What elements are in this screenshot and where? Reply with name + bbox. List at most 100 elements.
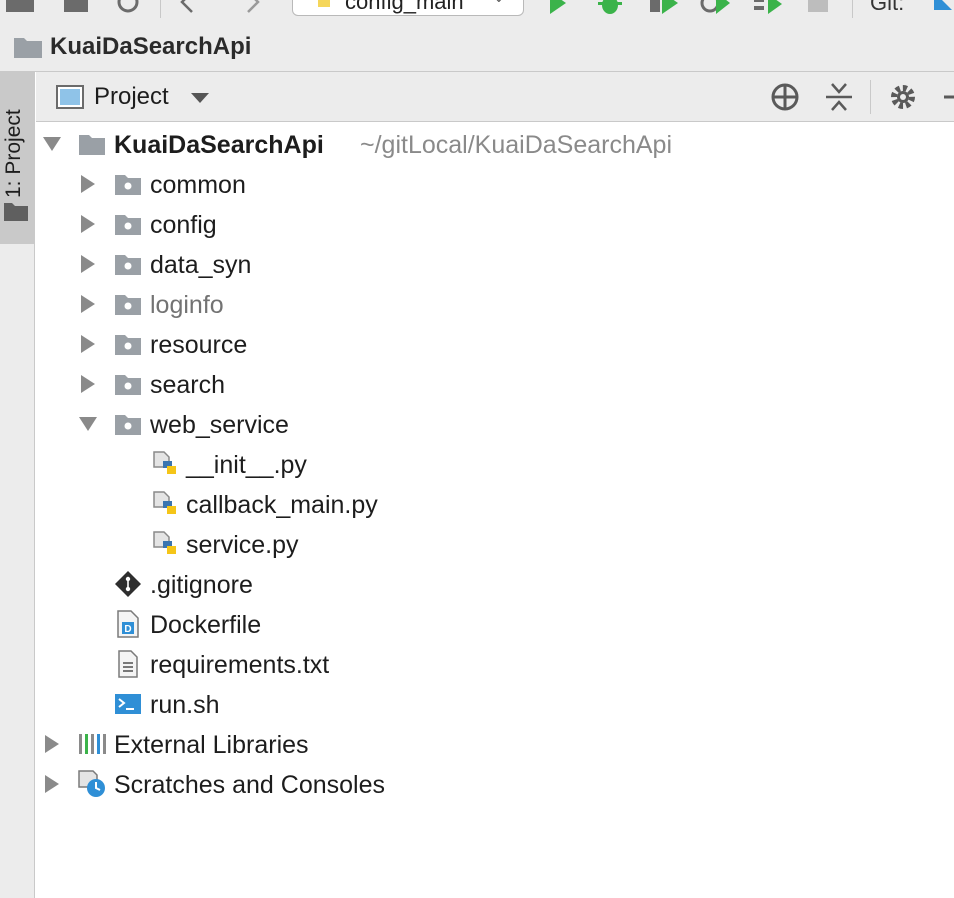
folder-name: data_syn xyxy=(150,251,252,279)
tree-folder-row[interactable]: search xyxy=(36,364,954,404)
library-icon xyxy=(79,734,106,754)
external-libraries-label: External Libraries xyxy=(114,731,309,759)
folder-icon xyxy=(115,175,141,195)
git-icon xyxy=(115,571,141,597)
tree-folder-row[interactable]: resource xyxy=(36,324,954,364)
stop-icon[interactable] xyxy=(806,0,830,14)
toolbar-separator xyxy=(852,0,853,18)
file-name: service.py xyxy=(186,531,299,559)
dockerfile-icon: D xyxy=(117,610,139,638)
python-file-icon xyxy=(153,451,176,474)
chevron-down-icon: ⌄ xyxy=(493,0,505,8)
folder-icon xyxy=(115,415,141,435)
tree-file-row[interactable]: requirements.txt xyxy=(36,644,954,684)
collapsed-arrow-icon[interactable] xyxy=(42,734,62,754)
root-project-path: ~/gitLocal/KuaiDaSearchApi xyxy=(360,131,672,159)
expanded-arrow-icon[interactable] xyxy=(42,134,62,154)
tree-root-node[interactable]: KuaiDaSearchApi ~/gitLocal/KuaiDaSearchA… xyxy=(36,124,954,164)
project-tool-window-tab[interactable]: 1: Project xyxy=(0,72,34,244)
open-folder-icon[interactable] xyxy=(4,0,36,14)
shell-script-icon xyxy=(115,694,141,714)
folder-icon xyxy=(115,375,141,395)
scratches-label: Scratches and Consoles xyxy=(114,771,385,799)
collapsed-arrow-icon[interactable] xyxy=(78,174,98,194)
vcs-label: Git: xyxy=(870,0,905,15)
sync-icon[interactable] xyxy=(114,0,142,14)
chevron-down-icon[interactable] xyxy=(190,92,210,104)
back-icon[interactable] xyxy=(176,0,200,14)
folder-name: resource xyxy=(150,331,248,359)
collapsed-arrow-icon[interactable] xyxy=(78,294,98,314)
hide-icon[interactable] xyxy=(942,82,954,112)
main-toolbar: config_main ⌄ Git: xyxy=(0,0,954,22)
expanded-arrow-icon[interactable] xyxy=(78,414,98,434)
header-separator xyxy=(870,80,871,114)
folder-name: common xyxy=(150,171,246,199)
collapsed-arrow-icon[interactable] xyxy=(42,774,62,794)
folder-icon xyxy=(14,38,42,58)
file-name: __init__.py xyxy=(186,451,307,479)
collapsed-arrow-icon[interactable] xyxy=(78,214,98,234)
breadcrumb-project-name[interactable]: KuaiDaSearchApi xyxy=(50,33,251,61)
python-file-icon xyxy=(153,531,176,554)
project-tab-label: 1: Project xyxy=(2,109,25,198)
left-tool-stripe: 1: Project xyxy=(0,72,35,898)
python-run-config-icon xyxy=(318,0,330,7)
collapse-all-icon[interactable] xyxy=(824,82,854,112)
tree-folder-row[interactable]: data_syn xyxy=(36,244,954,284)
run-icon[interactable] xyxy=(546,0,570,16)
project-panel-header: Project xyxy=(36,72,954,122)
save-icon[interactable] xyxy=(62,0,90,14)
file-name: Dockerfile xyxy=(150,611,262,639)
folder-name: loginfo xyxy=(150,291,224,319)
tree-file-row[interactable]: run.sh xyxy=(36,684,954,724)
run-with-coverage-icon[interactable] xyxy=(648,0,680,16)
tree-file-row[interactable]: __init__.py xyxy=(36,444,954,484)
view-selector-label[interactable]: Project xyxy=(94,83,169,111)
tree-folder-row[interactable]: loginfo xyxy=(36,284,954,324)
root-project-name: KuaiDaSearchApi xyxy=(114,131,324,159)
project-view-icon xyxy=(56,85,84,109)
text-file-icon xyxy=(118,650,138,678)
debug-icon[interactable] xyxy=(596,0,624,16)
scratches-clock-icon xyxy=(78,770,105,797)
forward-icon[interactable] xyxy=(240,0,264,14)
collapsed-arrow-icon[interactable] xyxy=(78,334,98,354)
tree-file-row[interactable]: .gitignore xyxy=(36,564,954,604)
file-name: requirements.txt xyxy=(150,651,330,679)
folder-icon xyxy=(4,203,28,221)
project-tree: KuaiDaSearchApi ~/gitLocal/KuaiDaSearchA… xyxy=(36,122,954,898)
tree-external-libraries-row[interactable]: External Libraries xyxy=(36,724,954,764)
tree-folder-row[interactable]: config xyxy=(36,204,954,244)
locate-icon[interactable] xyxy=(770,82,800,112)
toolbar-separator xyxy=(160,0,161,18)
collapsed-arrow-icon[interactable] xyxy=(78,374,98,394)
folder-name: web_service xyxy=(150,411,289,439)
tree-file-row[interactable]: service.py xyxy=(36,524,954,564)
run-configuration-selector[interactable]: config_main ⌄ xyxy=(292,0,524,16)
run-configuration-label: config_main xyxy=(345,0,464,14)
folder-name: config xyxy=(150,211,217,239)
file-name: callback_main.py xyxy=(186,491,378,519)
folder-icon xyxy=(115,335,141,355)
tree-folder-row[interactable]: common xyxy=(36,164,954,204)
tree-file-row[interactable]: D Dockerfile xyxy=(36,604,954,644)
profile-icon[interactable] xyxy=(700,0,732,16)
folder-icon xyxy=(115,255,141,275)
tree-folder-row[interactable]: web_service xyxy=(36,404,954,444)
navigation-bar: KuaiDaSearchApi xyxy=(0,22,954,72)
tree-file-row[interactable]: callback_main.py xyxy=(36,484,954,524)
collapsed-arrow-icon[interactable] xyxy=(78,254,98,274)
python-file-icon xyxy=(153,491,176,514)
vcs-update-icon[interactable] xyxy=(930,0,954,18)
gear-icon[interactable] xyxy=(888,82,918,112)
folder-name: search xyxy=(150,371,226,399)
svg-text:D: D xyxy=(124,624,131,635)
concurrency-diagram-icon[interactable] xyxy=(752,0,784,16)
folder-icon xyxy=(79,135,105,155)
folder-icon xyxy=(115,215,141,235)
file-name: .gitignore xyxy=(150,571,253,599)
tree-scratches-row[interactable]: Scratches and Consoles xyxy=(36,764,954,804)
folder-icon xyxy=(115,295,141,315)
file-name: run.sh xyxy=(150,691,220,719)
